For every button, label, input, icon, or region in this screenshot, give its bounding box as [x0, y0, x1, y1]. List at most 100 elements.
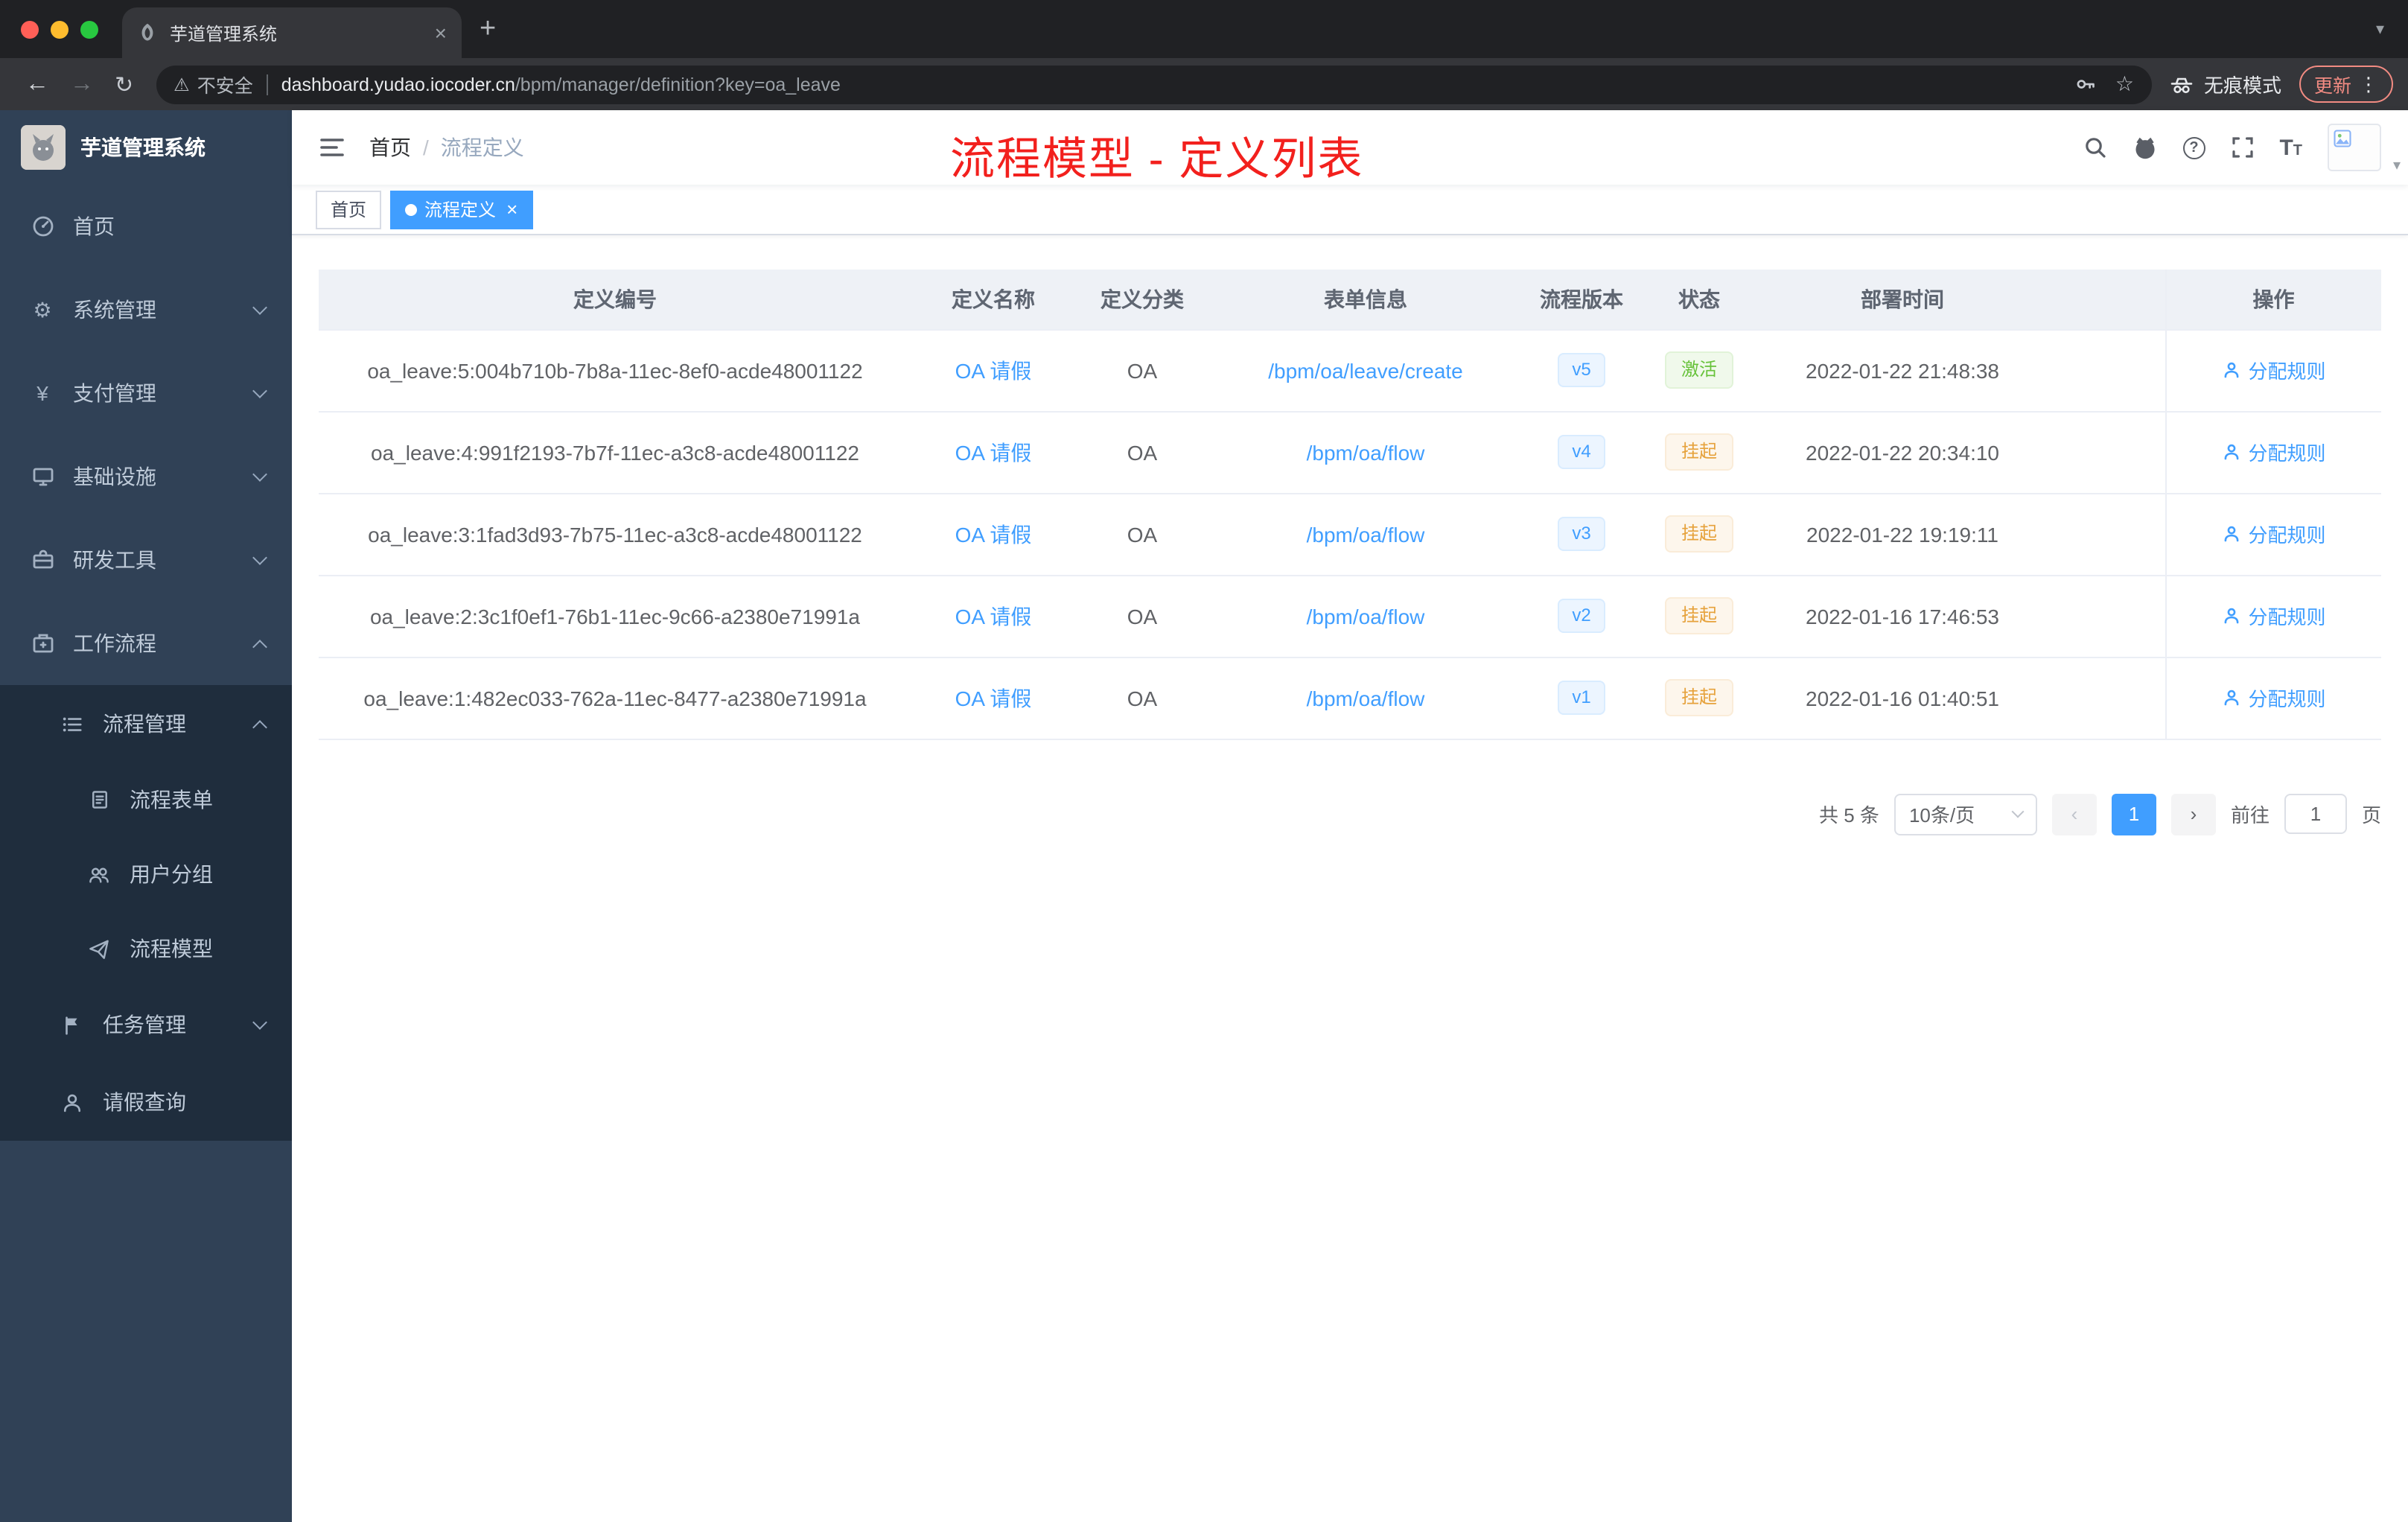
person-icon — [2224, 608, 2238, 624]
reload-icon[interactable]: ↻ — [104, 71, 144, 98]
version-badge: v4 — [1557, 435, 1606, 469]
briefcase-icon — [30, 631, 55, 655]
sidebar-item-infra[interactable]: 基础设施 — [0, 435, 292, 518]
table-row: oa_leave:5:004b710b-7b8a-11ec-8ef0-acde4… — [319, 329, 2381, 412]
breadcrumb-home[interactable]: 首页 — [369, 133, 411, 162]
assign-rule-button[interactable]: 分配规则 — [2221, 520, 2326, 548]
chevron-down-icon — [2011, 805, 2025, 818]
sidebar-item-user-group[interactable]: 用户分组 — [0, 837, 292, 911]
next-page-button[interactable]: › — [2170, 793, 2216, 835]
table-row: oa_leave:2:3c1f0ef1-76b1-11ec-9c66-a2380… — [319, 575, 2381, 657]
col-header-category: 定义分类 — [1075, 270, 1209, 330]
cell-deploy-time: 2022-01-22 20:34:10 — [1757, 411, 2048, 494]
fullscreen-icon[interactable] — [2230, 136, 2254, 159]
search-icon[interactable] — [2083, 136, 2106, 159]
update-button[interactable]: 更新 ⋮ — [2299, 66, 2393, 103]
cell-category: OA — [1075, 329, 1209, 412]
sidebar-item-system[interactable]: ⚙ 系统管理 — [0, 268, 292, 351]
definition-table: 定义编号 定义名称 定义分类 表单信息 流程版本 状态 部署时间 操作 oa_l… — [319, 270, 2381, 739]
github-icon[interactable] — [2132, 135, 2157, 160]
tab-strip: 芋道管理系统 × + ▾ — [0, 0, 2408, 58]
cell-id: oa_leave:5:004b710b-7b8a-11ec-8ef0-acde4… — [319, 329, 911, 412]
definition-name-link[interactable]: OA 请假 — [955, 686, 1032, 710]
cell-id: oa_leave:2:3c1f0ef1-76b1-11ec-9c66-a2380… — [319, 575, 911, 657]
table-header-row: 定义编号 定义名称 定义分类 表单信息 流程版本 状态 部署时间 操作 — [319, 270, 2381, 330]
cell-category: OA — [1075, 575, 1209, 657]
table-row: oa_leave:1:482ec033-762a-11ec-8477-a2380… — [319, 657, 2381, 739]
sidebar-item-process-form[interactable]: 流程表单 — [0, 762, 292, 837]
definition-name-link[interactable]: OA 请假 — [955, 522, 1032, 546]
assign-rule-button[interactable]: 分配规则 — [2221, 356, 2326, 384]
form-link[interactable]: /bpm/oa/flow — [1307, 686, 1425, 710]
status-badge: 挂起 — [1664, 515, 1733, 553]
assign-rule-button[interactable]: 分配规则 — [2221, 602, 2326, 630]
tag-home[interactable]: 首页 — [316, 190, 382, 229]
password-key-icon[interactable] — [2075, 73, 2098, 95]
traffic-lights — [21, 20, 98, 38]
form-icon — [86, 789, 112, 810]
version-badge: v1 — [1557, 681, 1606, 715]
close-window-button[interactable] — [21, 20, 39, 38]
tab-close-icon[interactable]: × — [435, 21, 447, 45]
chevron-down-icon — [252, 550, 267, 564]
user-avatar[interactable]: ▾ — [2328, 124, 2401, 174]
paper-plane-icon — [86, 937, 112, 960]
assign-rule-button[interactable]: 分配规则 — [2221, 684, 2326, 712]
gear-icon: ⚙ — [33, 297, 52, 321]
prev-page-button[interactable]: ‹ — [2051, 793, 2097, 835]
app-root: 芋道管理系统 首页 ⚙ 系统管理 ¥ 支付管理 基础设施 研发工具 工作流程 流… — [0, 110, 2408, 1522]
bookmark-star-icon[interactable]: ☆ — [2115, 71, 2134, 97]
forward-icon[interactable]: → — [60, 71, 104, 98]
back-icon[interactable]: ← — [15, 71, 60, 98]
chevron-up-icon — [252, 719, 267, 734]
help-icon[interactable]: ? — [2182, 136, 2205, 159]
browser-menu-icon[interactable]: ⋮ — [2359, 72, 2378, 96]
sidebar-item-leave-query[interactable]: 请假查询 — [0, 1063, 292, 1141]
url-path: /bpm/manager/definition?key=oa_leave — [515, 74, 841, 95]
tag-close-icon[interactable]: × — [506, 200, 517, 219]
form-link[interactable]: /bpm/oa/flow — [1307, 522, 1425, 546]
update-label: 更新 — [2313, 76, 2351, 97]
browser-tab[interactable]: 芋道管理系统 × — [122, 7, 462, 58]
tab-search-chevron-icon[interactable]: ▾ — [2376, 19, 2384, 39]
security-label[interactable]: 不安全 — [197, 70, 253, 98]
incognito-icon — [2170, 72, 2194, 96]
sidebar-item-task-management[interactable]: 任务管理 — [0, 986, 292, 1063]
font-size-icon[interactable]: TT — [2279, 135, 2302, 160]
person-icon — [2224, 526, 2238, 542]
form-link[interactable]: /bpm/oa/leave/create — [1268, 358, 1463, 382]
goto-page-input[interactable] — [2284, 794, 2347, 834]
annotation-title: 流程模型 - 定义列表 — [950, 136, 1364, 185]
sidebar-item-workflow[interactable]: 工作流程 — [0, 602, 292, 685]
goto-label: 前往 — [2230, 804, 2270, 827]
list-icon — [60, 713, 85, 735]
page-1-button[interactable]: 1 — [2111, 793, 2156, 835]
sidebar-item-process-model[interactable]: 流程模型 — [0, 911, 292, 986]
person-icon — [2224, 690, 2238, 706]
definition-name-link[interactable]: OA 请假 — [955, 604, 1032, 628]
sidebar-item-payment[interactable]: ¥ 支付管理 — [0, 351, 292, 435]
sidebar-item-home[interactable]: 首页 — [0, 185, 292, 268]
form-link[interactable]: /bpm/oa/flow — [1307, 440, 1425, 464]
sidebar-item-devtools[interactable]: 研发工具 — [0, 518, 292, 602]
form-link[interactable]: /bpm/oa/flow — [1307, 604, 1425, 628]
hamburger-icon[interactable] — [319, 134, 345, 161]
col-header-deploy: 部署时间 — [1757, 270, 2048, 330]
new-tab-button[interactable]: + — [480, 15, 496, 43]
definition-name-link[interactable]: OA 请假 — [955, 440, 1032, 464]
pagination: 共 5 条 10条/页 ‹ 1 › 前往 页 — [319, 793, 2381, 835]
tag-process-definition[interactable]: 流程定义 × — [390, 190, 533, 229]
chevron-up-icon — [252, 639, 267, 654]
assign-rule-button[interactable]: 分配规则 — [2221, 438, 2326, 466]
definition-name-link[interactable]: OA 请假 — [955, 358, 1032, 382]
breadcrumb-current: 流程定义 — [440, 136, 524, 159]
sidebar-item-process-management[interactable]: 流程管理 — [0, 685, 292, 762]
minimize-window-button[interactable] — [51, 20, 69, 38]
toolbox-icon — [30, 548, 55, 572]
sidebar-logo[interactable]: 芋道管理系统 — [0, 110, 292, 185]
browser-toolbar: ← → ↻ ⚠ 不安全 dashboard.yudao.iocoder.cn/b… — [0, 58, 2408, 110]
zoom-window-button[interactable] — [80, 20, 98, 38]
page-size-select[interactable]: 10条/页 — [1893, 793, 2037, 835]
url-bar[interactable]: ⚠ 不安全 dashboard.yudao.iocoder.cn/bpm/man… — [156, 65, 2152, 104]
favicon — [137, 22, 158, 43]
